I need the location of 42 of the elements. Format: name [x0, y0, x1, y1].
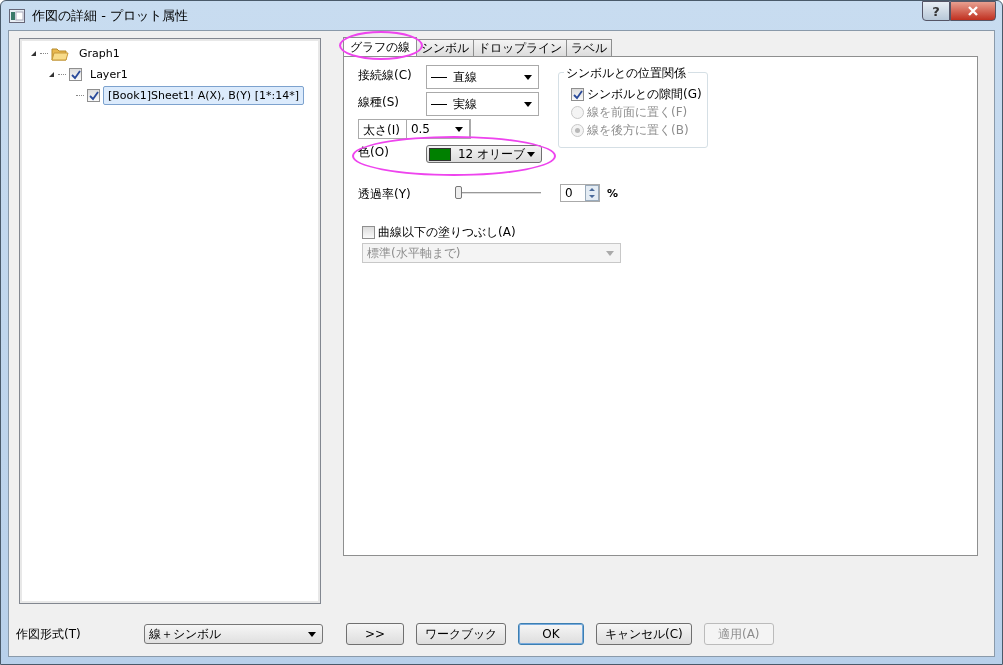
unit-label: % — [607, 186, 619, 200]
tab[interactable]: グラフの線 — [343, 37, 417, 56]
field-label: 線種(S) — [358, 94, 400, 111]
field-label: 透過率(Y) — [358, 185, 412, 203]
width-dropdown[interactable]: 0.5 — [405, 119, 470, 139]
line-dropdown[interactable]: 直線 — [426, 65, 539, 89]
tree-item[interactable]: [Book1]Sheet1! A(X), B(Y) [1*:14*] — [103, 86, 304, 105]
field-label: 作図形式(T) — [16, 625, 82, 643]
tree-item[interactable]: Graph1 — [74, 44, 125, 63]
close-button[interactable] — [950, 1, 996, 21]
help-button[interactable]: ? — [922, 1, 950, 21]
field-label: 接続線(C) — [358, 67, 413, 84]
spin-field[interactable]: 0 — [560, 184, 600, 202]
checkbox[interactable] — [69, 68, 82, 81]
option-label: 線を後方に置く(B) — [587, 122, 689, 139]
close-icon — [967, 6, 979, 16]
tab[interactable]: ラベル — [566, 39, 612, 56]
group-title: シンボルとの位置関係 — [564, 65, 688, 82]
option-label: 線を前面に置く(F) — [587, 104, 688, 121]
option-label: シンボルとの隙間(G) — [587, 86, 702, 103]
slider-thumb[interactable] — [455, 186, 462, 199]
color-dropdown[interactable]: 12 オリーブ — [426, 145, 542, 163]
folder-icon — [51, 46, 69, 61]
dialog-button[interactable]: OK — [518, 623, 584, 645]
tab[interactable]: ドロップライン — [473, 39, 567, 56]
dialog-button[interactable]: キャンセル(C) — [596, 623, 692, 645]
tree-item[interactable]: Layer1 — [85, 65, 133, 84]
window-icon — [9, 8, 25, 23]
plot-type-dropdown[interactable]: 線＋シンボル — [144, 624, 323, 644]
option-label: 曲線以下の塗りつぶし(A) — [378, 224, 516, 241]
expand-icon[interactable] — [30, 50, 37, 57]
window-title: 作図の詳細 - プロット属性 — [32, 6, 188, 25]
expand-icon[interactable] — [48, 71, 55, 78]
line-dropdown[interactable]: 実線 — [426, 92, 539, 116]
field-label: 太さ(I) — [363, 121, 400, 139]
dialog-button[interactable]: ワークブック — [416, 623, 506, 645]
dialog-button[interactable]: >> — [346, 623, 404, 645]
checkbox[interactable] — [571, 88, 584, 101]
checkbox[interactable] — [87, 89, 100, 102]
tab[interactable]: シンボル — [416, 39, 474, 56]
spin-arrows-icon[interactable] — [585, 185, 599, 201]
field-label: 色(O) — [358, 144, 390, 161]
